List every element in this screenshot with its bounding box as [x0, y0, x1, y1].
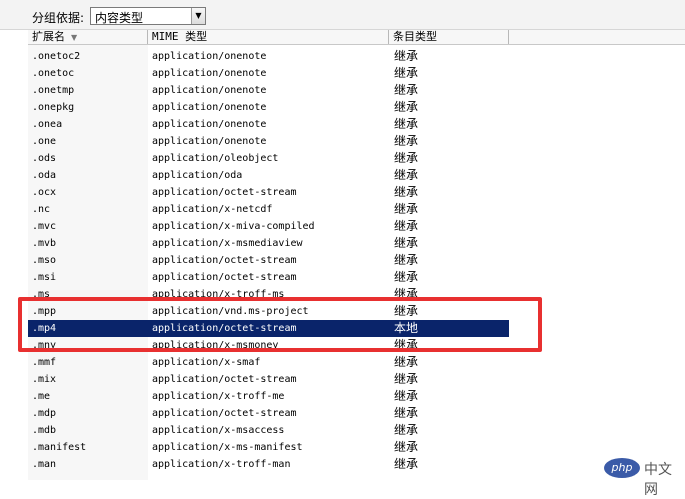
annotation-highlight-box [18, 297, 542, 352]
cell-extension: .ocx [32, 187, 57, 198]
cell-entry-type: 继承 [394, 219, 419, 233]
table-row[interactable]: .nc application/x-netcdf 继承 [28, 201, 509, 218]
table-row[interactable]: .onea application/onenote 继承 [28, 116, 509, 133]
cell-mime-type: application/octet-stream [152, 374, 297, 385]
table-row[interactable]: .mix application/octet-stream 继承 [28, 371, 509, 388]
cell-mime-type: application/x-troff-me [152, 391, 285, 402]
watermark: php 中文网 [604, 458, 682, 498]
cell-extension: .mdp [32, 408, 57, 419]
column-header-mime[interactable]: MIME 类型 [148, 30, 389, 44]
cell-mime-type: application/onenote [152, 68, 267, 79]
cell-mime-type: application/octet-stream [152, 255, 297, 266]
cell-mime-type: application/oleobject [152, 153, 279, 164]
table-row[interactable]: .mdb application/x-msaccess 继承 [28, 422, 509, 439]
column-header-extension-label: 扩展名 [32, 30, 65, 43]
table-row[interactable]: .man application/x-troff-man 继承 [28, 456, 509, 473]
cell-extension: .onepkg [32, 102, 75, 113]
cell-extension: .nc [32, 204, 51, 215]
cell-extension: .mso [32, 255, 57, 266]
php-logo-icon: php [604, 458, 640, 478]
cell-mime-type: application/x-troff-man [152, 459, 291, 470]
cell-extension: .manifest [32, 442, 87, 453]
list-header: 扩展名 ▼ MIME 类型 条目类型 [28, 30, 685, 45]
cell-entry-type: 继承 [394, 185, 419, 199]
cell-entry-type: 继承 [394, 253, 419, 267]
cell-extension: .onetmp [32, 85, 75, 96]
cell-entry-type: 继承 [394, 168, 419, 182]
cell-mime-type: application/x-smaf [152, 357, 261, 368]
cell-mime-type: application/x-msaccess [152, 425, 285, 436]
group-by-label: 分组依据: [32, 11, 85, 25]
cell-mime-type: application/onenote [152, 85, 267, 96]
cell-extension: .one [32, 136, 57, 147]
cell-entry-type: 继承 [394, 202, 419, 216]
table-row[interactable]: .ocx application/octet-stream 继承 [28, 184, 509, 201]
cell-mime-type: application/oda [152, 170, 243, 181]
cell-mime-type: application/onenote [152, 102, 267, 113]
cell-entry-type: 继承 [394, 100, 419, 114]
column-header-entry-type[interactable]: 条目类型 [389, 30, 509, 44]
cell-entry-type: 继承 [394, 355, 419, 369]
watermark-text: 中文网 [644, 462, 672, 498]
table-row[interactable]: .oda application/oda 继承 [28, 167, 509, 184]
cell-extension: .oda [32, 170, 57, 181]
cell-mime-type: application/x-miva-compiled [152, 221, 315, 232]
cell-entry-type: 继承 [394, 66, 419, 80]
cell-extension: .ods [32, 153, 57, 164]
table-row[interactable]: .mmf application/x-smaf 继承 [28, 354, 509, 371]
cell-entry-type: 继承 [394, 236, 419, 250]
table-row[interactable]: .me application/x-troff-me 继承 [28, 388, 509, 405]
table-row[interactable]: .mdp application/octet-stream 继承 [28, 405, 509, 422]
cell-entry-type: 继承 [394, 406, 419, 420]
group-by-select[interactable]: 内容类型 ▼ [90, 7, 206, 25]
cell-entry-type: 继承 [394, 117, 419, 131]
cell-entry-type: 继承 [394, 151, 419, 165]
sort-descending-icon: ▼ [71, 33, 78, 42]
cell-extension: .mmf [32, 357, 57, 368]
table-row[interactable]: .ods application/oleobject 继承 [28, 150, 509, 167]
cell-mime-type: application/onenote [152, 119, 267, 130]
cell-mime-type: application/onenote [152, 51, 267, 62]
column-header-extension[interactable]: 扩展名 ▼ [28, 30, 148, 44]
cell-entry-type: 继承 [394, 457, 419, 471]
table-row[interactable]: .mvb application/x-msmediaview 继承 [28, 235, 509, 252]
cell-extension: .mdb [32, 425, 57, 436]
table-row[interactable]: .onetmp application/onenote 继承 [28, 82, 509, 99]
cell-mime-type: application/octet-stream [152, 272, 297, 283]
chevron-down-icon[interactable]: ▼ [191, 8, 205, 24]
table-row[interactable]: .onetoc2 application/onenote 继承 [28, 48, 509, 65]
table-row[interactable]: .onetoc application/onenote 继承 [28, 65, 509, 82]
table-row[interactable]: .mvc application/x-miva-compiled 继承 [28, 218, 509, 235]
cell-mime-type: application/x-msmediaview [152, 238, 303, 249]
cell-extension: .msi [32, 272, 57, 283]
cell-entry-type: 继承 [394, 134, 419, 148]
cell-extension: .mvb [32, 238, 57, 249]
table-row[interactable]: .onepkg application/onenote 继承 [28, 99, 509, 116]
cell-entry-type: 继承 [394, 372, 419, 386]
table-row[interactable]: .one application/onenote 继承 [28, 133, 509, 150]
cell-extension: .mvc [32, 221, 57, 232]
cell-mime-type: application/x-ms-manifest [152, 442, 303, 453]
cell-mime-type: application/onenote [152, 136, 267, 147]
cell-mime-type: application/x-netcdf [152, 204, 273, 215]
table-row[interactable]: .manifest application/x-ms-manifest 继承 [28, 439, 509, 456]
cell-entry-type: 继承 [394, 423, 419, 437]
table-row[interactable]: .msi application/octet-stream 继承 [28, 269, 509, 286]
group-by-value: 内容类型 [95, 11, 144, 25]
cell-entry-type: 继承 [394, 83, 419, 97]
cell-extension: .mix [32, 374, 57, 385]
cell-entry-type: 继承 [394, 389, 419, 403]
cell-mime-type: application/octet-stream [152, 187, 297, 198]
cell-mime-type: application/octet-stream [152, 408, 297, 419]
cell-extension: .onetoc [32, 68, 75, 79]
toolbar: 分组依据: 内容类型 ▼ [0, 0, 685, 30]
cell-entry-type: 继承 [394, 270, 419, 284]
cell-entry-type: 继承 [394, 49, 419, 63]
cell-extension: .onea [32, 119, 63, 130]
cell-extension: .onetoc2 [32, 51, 81, 62]
cell-entry-type: 继承 [394, 440, 419, 454]
cell-extension: .me [32, 391, 51, 402]
cell-extension: .man [32, 459, 57, 470]
table-row[interactable]: .mso application/octet-stream 继承 [28, 252, 509, 269]
